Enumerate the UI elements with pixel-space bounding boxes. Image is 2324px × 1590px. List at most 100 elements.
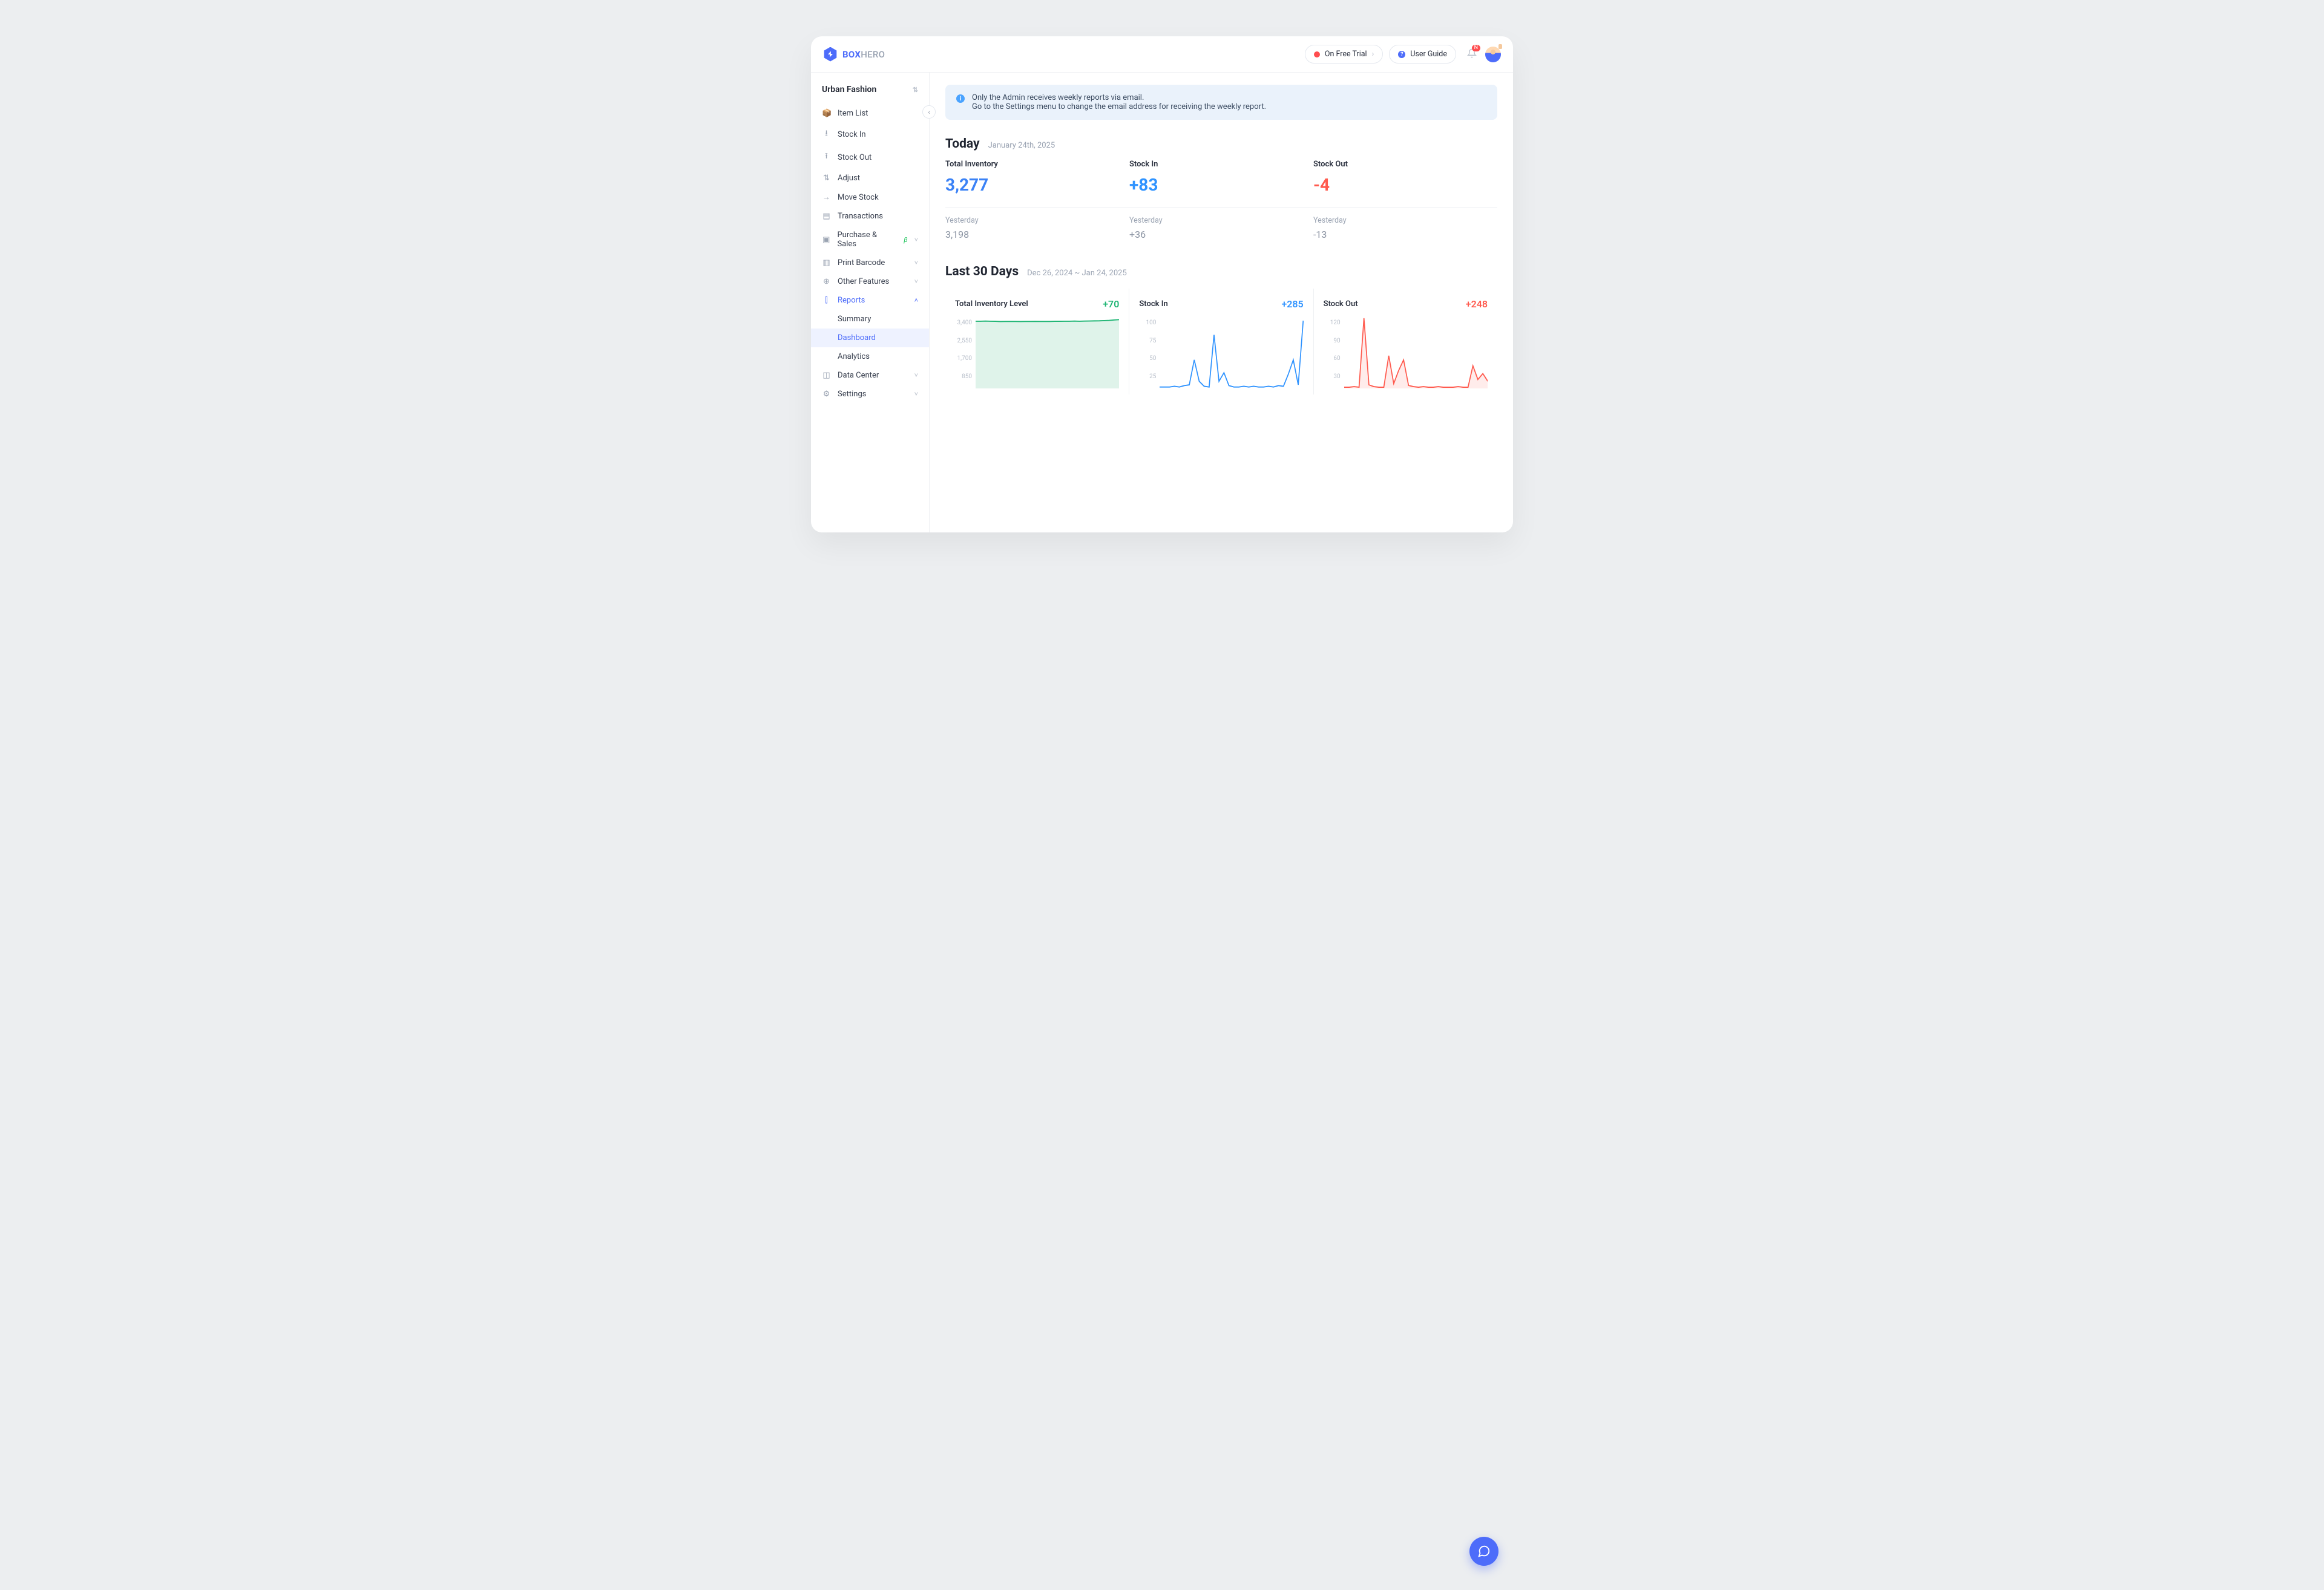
today-date: January 24th, 2025 (988, 141, 1055, 150)
sidebar-item-move-stock[interactable]: → Move Stock (811, 188, 929, 207)
beta-badge: β (904, 236, 907, 244)
workspace-selector[interactable]: Urban Fashion ⇅ (811, 79, 929, 104)
chart-card-total-inventory-level: Total Inventory Level +70 3,4002,5501,7008… (945, 289, 1129, 394)
y-axis: 100755025 (1139, 317, 1160, 388)
chevron-right-icon: › (1372, 50, 1374, 59)
today-heading: Today January 24th, 2025 (945, 137, 1497, 151)
nav-icon: ⫿ (822, 296, 831, 305)
stat-stock-out: Stock Out -4 (1313, 160, 1497, 195)
yesterday-value: +36 (1129, 229, 1313, 240)
yesterday-label: Yesterday (945, 216, 1129, 225)
sidebar-item-purchase-sales[interactable]: ▣ Purchase & Sales β ˅ (811, 226, 929, 254)
nav-icon: ▣ (822, 235, 830, 244)
logo-text: BOXHERO (842, 49, 885, 60)
nav-label: Other Features (838, 277, 889, 286)
today-stats: Total Inventory 3,277Stock In +83Stock Out… (945, 160, 1497, 208)
chat-icon (1477, 1545, 1491, 1558)
avatar[interactable] (1485, 47, 1501, 62)
last30-title: Last 30 Days (945, 264, 1019, 279)
sidebar-subitem-analytics[interactable]: Analytics (811, 347, 929, 366)
sidebar-subitem-summary[interactable]: Summary (811, 310, 929, 329)
alert-dot-icon (1314, 51, 1320, 57)
stat-label: Stock Out (1313, 160, 1497, 169)
chat-fab-button[interactable] (1469, 1537, 1498, 1566)
stat-label: Stock In (1129, 160, 1313, 169)
sidebar-item-print-barcode[interactable]: ▥ Print Barcode ˅ (811, 254, 929, 272)
sidebar-item-data-center[interactable]: ◫ Data Center ˅ (811, 366, 929, 385)
sidebar-item-other-features[interactable]: ⊕ Other Features ˅ (811, 272, 929, 291)
nav-icon: ⚙ (822, 390, 831, 399)
stat-total-inventory: Total Inventory 3,277 (945, 160, 1129, 195)
chart-plot (1160, 317, 1303, 388)
nav-icon: ▤ (822, 212, 831, 221)
stat-value: -4 (1313, 175, 1497, 195)
stat-value: 3,277 (945, 175, 1129, 195)
collapse-sidebar-button[interactable]: ‹ (922, 105, 936, 119)
chevron-icon: ˄ (914, 296, 918, 304)
nav-label: Item List (838, 109, 868, 118)
yesterday-stat: Yesterday-13 (1313, 216, 1497, 240)
today-title: Today (945, 137, 980, 151)
chart-title: Stock In (1139, 299, 1167, 309)
help-icon: ? (1398, 51, 1405, 58)
info-banner: i Only the Admin receives weekly reports… (945, 85, 1497, 120)
nav-label: Data Center (838, 371, 879, 380)
chevron-icon: ˅ (914, 371, 918, 379)
workspace-name: Urban Fashion (822, 85, 876, 94)
logo[interactable]: BOXHERO (823, 47, 885, 62)
yesterday-stat: Yesterday 3,198 (945, 216, 1129, 240)
last30-heading: Last 30 Days Dec 26, 2024 ~ Jan 24, 2025 (945, 264, 1497, 279)
chevron-icon: ˅ (914, 236, 918, 244)
banner-line2: Go to the Settings menu to change the em… (972, 102, 1266, 111)
chart-delta: +248 (1466, 298, 1488, 310)
sidebar-item-adjust[interactable]: ⇅Adjust (811, 169, 929, 188)
chevron-icon: ˅ (914, 259, 918, 267)
yesterday-stats: Yesterday3,198Yesterday+36Yesterday-13 (945, 208, 1497, 240)
free-trial-label: On Free Trial (1325, 50, 1367, 59)
last30-range: Dec 26, 2024 ~ Jan 24, 2025 (1027, 269, 1127, 278)
sidebar-item-stock-in[interactable]: ⭳ Stock In (811, 123, 929, 146)
nav-label: Purchase & Sales (837, 231, 896, 249)
chevron-icon: ˅ (914, 278, 918, 286)
free-trial-button[interactable]: On Free Trial › (1305, 45, 1383, 64)
user-guide-label: User Guide (1410, 50, 1447, 59)
top-header: BOXHERO On Free Trial › ? User Guide N (811, 36, 1513, 73)
nav-label: Reports (838, 296, 865, 305)
chart-delta: +70 (1103, 298, 1119, 310)
stat-label: Total Inventory (945, 160, 1129, 169)
nav-icon: → (822, 192, 831, 202)
chart-title: Total Inventory Level (955, 299, 1028, 309)
nav-label: Transactions (838, 212, 883, 221)
y-axis: 3,4002,5501,700850 (955, 317, 976, 388)
sidebar-item-transactions[interactable]: ▤ Transactions (811, 207, 929, 226)
nav-label: Print Barcode (838, 258, 885, 267)
sort-icon: ⇅ (913, 86, 918, 94)
sidebar-item-item-list[interactable]: 📦 Item List (811, 104, 929, 123)
chevron-icon: ˅ (914, 390, 918, 398)
sidebar-nav: 📦 Item List ⭳ Stock In ⭱ Stock Out ⇅Adjust → Mov… (811, 104, 929, 404)
sidebar: Urban Fashion ⇅ ‹ 📦Item List⭳Stock In⭱St… (811, 73, 930, 532)
notifications-button[interactable]: N (1467, 48, 1477, 61)
charts-row: Total Inventory Level +70 3,4002,5501,7008… (945, 289, 1497, 394)
stat-value: +83 (1129, 175, 1313, 195)
nav-label: Move Stock (838, 193, 879, 202)
sidebar-item-reports[interactable]: ⫿ Reports ˄ (811, 291, 929, 310)
nav-label: Stock Out (838, 153, 872, 162)
main-content: i Only the Admin receives weekly reports… (930, 73, 1513, 532)
yesterday-value: -13 (1313, 229, 1497, 240)
nav-icon: ◫ (822, 371, 831, 380)
nav-icon: ⭱ (822, 151, 831, 164)
user-guide-button[interactable]: ? User Guide (1389, 45, 1456, 64)
nav-icon: ▥ (822, 258, 831, 267)
yesterday-label: Yesterday (1129, 216, 1313, 225)
sidebar-item-settings[interactable]: ⚙Settings˅ (811, 385, 929, 404)
sidebar-subitem-dashboard[interactable]: Dashboard (811, 329, 929, 347)
nav-icon: ⊕ (822, 277, 831, 286)
chart-card-stock-in: Stock In+285100755025 (1129, 289, 1313, 394)
yesterday-value: 3,198 (945, 229, 1129, 240)
nav-label: Stock In (838, 130, 866, 139)
sidebar-item-stock-out[interactable]: ⭱ Stock Out (811, 146, 929, 169)
nav-icon: 📦 (822, 109, 831, 118)
chart-title: Stock Out (1324, 299, 1358, 309)
nav-icon: ⭳ (822, 128, 831, 141)
